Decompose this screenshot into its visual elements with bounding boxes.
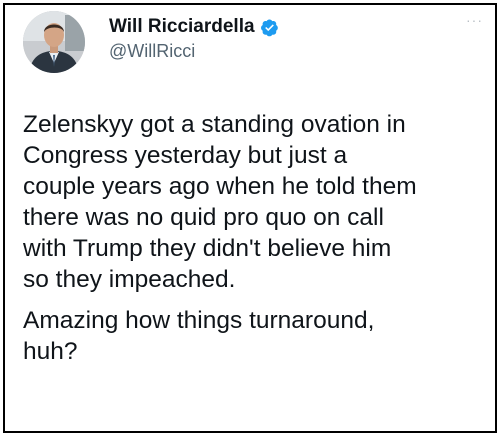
- tweet-paragraph: Amazing how things turnaround, huh?: [23, 307, 375, 365]
- more-options-icon[interactable]: ···: [466, 13, 483, 27]
- author-display-name[interactable]: Will Ricciardella: [109, 16, 255, 38]
- verified-badge-icon: [260, 18, 279, 37]
- avatar[interactable]: [23, 11, 85, 73]
- user-avatar-icon: [23, 11, 85, 73]
- author-handle[interactable]: @WillRicci: [109, 41, 195, 62]
- tweet-text: Zelenskyy got a standing ovation in Cong…: [23, 109, 488, 367]
- tweet-card: Will Ricciardella @WillRicci ··· Zelensk…: [3, 3, 497, 433]
- author-name-row[interactable]: Will Ricciardella: [109, 14, 279, 40]
- tweet-paragraph: Zelenskyy got a standing ovation in Cong…: [23, 111, 417, 293]
